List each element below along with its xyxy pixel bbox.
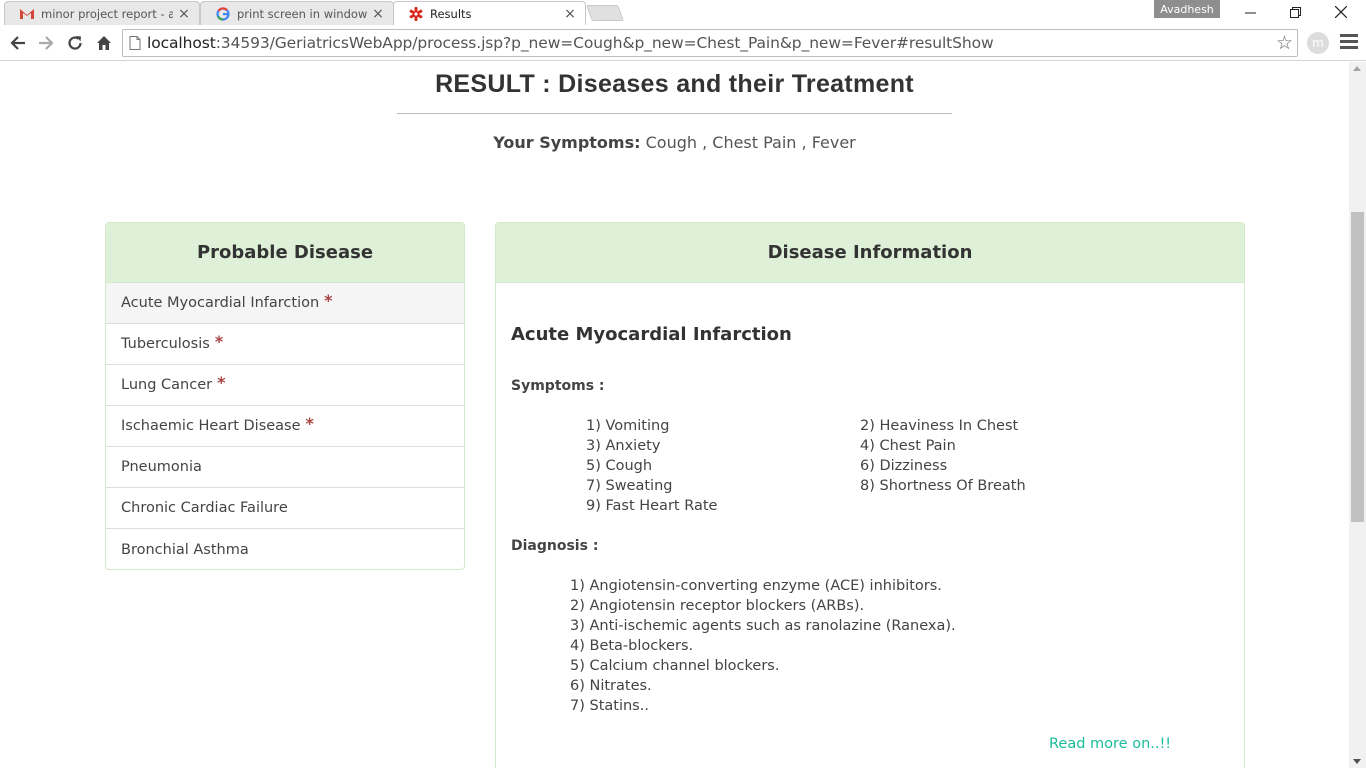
- symptom-item: 8) Shortness Of Breath: [860, 478, 1026, 494]
- disease-item-bronchial-asthma[interactable]: Bronchial Asthma: [106, 529, 464, 570]
- close-tab-icon[interactable]: ×: [371, 6, 385, 22]
- symptom-item: 2) Heaviness In Chest: [860, 418, 1019, 434]
- marked-star: *: [214, 331, 224, 351]
- forward-icon[interactable]: [34, 31, 58, 55]
- disease-name: Ischaemic Heart Disease: [121, 418, 301, 434]
- gmail-icon: [19, 6, 35, 22]
- tab-results[interactable]: Results ×: [393, 1, 586, 25]
- url-path: :34593/GeriatricsWebApp/process.jsp?p_ne…: [215, 34, 994, 52]
- symptom-item: 4) Chest Pain: [860, 438, 956, 454]
- marked-star: *: [324, 290, 333, 310]
- bookmark-star-icon[interactable]: ☆: [1276, 32, 1293, 54]
- disease-item-tuberculosis[interactable]: Tuberculosis *: [106, 324, 464, 365]
- disease-item-chronic-cardiac-failure[interactable]: Chronic Cardiac Failure: [106, 488, 464, 529]
- url-host: localhost: [147, 34, 216, 52]
- disease-information-panel: Disease Information Acute Myocardial Inf…: [495, 222, 1245, 768]
- browser-toolbar: localhost:34593/GeriatricsWebApp/process…: [0, 25, 1366, 61]
- diagnosis-item: 2) Angiotensin receptor blockers (ARBs).: [570, 598, 865, 614]
- disease-information-header: Disease Information: [496, 223, 1244, 283]
- close-tab-icon[interactable]: ×: [177, 6, 191, 22]
- extension-icon[interactable]: m: [1307, 32, 1329, 54]
- page-icon: [123, 36, 147, 50]
- minimize-icon[interactable]: [1227, 0, 1273, 24]
- google-icon: [215, 6, 231, 22]
- your-symptoms: Your Symptoms: Cough , Chest Pain , Feve…: [0, 133, 1349, 152]
- symptoms-label: Symptoms :: [511, 378, 605, 394]
- disease-item-pneumonia[interactable]: Pneumonia: [106, 447, 464, 488]
- symptom-item: 3) Anxiety: [586, 438, 661, 454]
- your-symptoms-value: Cough , Chest Pain , Fever: [645, 133, 856, 152]
- symptom-item: 7) Sweating: [586, 478, 673, 494]
- scrollbar-thumb[interactable]: [1351, 212, 1364, 522]
- your-symptoms-label: Your Symptoms:: [493, 133, 641, 152]
- symptom-item: 9) Fast Heart Rate: [586, 498, 718, 514]
- disease-title: Acute Myocardial Infarction: [511, 324, 792, 345]
- medical-icon: [408, 6, 424, 22]
- tab-google[interactable]: print screen in windows 1( ×: [200, 1, 394, 25]
- scroll-up-icon[interactable]: [1353, 66, 1361, 71]
- url-text: localhost:34593/GeriatricsWebApp/process…: [147, 34, 994, 52]
- back-icon[interactable]: [6, 31, 30, 55]
- reload-icon[interactable]: [63, 31, 87, 55]
- restore-icon[interactable]: [1272, 0, 1318, 24]
- diagnosis-item: 4) Beta-blockers.: [570, 638, 694, 654]
- vertical-scrollbar[interactable]: [1349, 62, 1366, 768]
- disease-name: Chronic Cardiac Failure: [121, 500, 288, 516]
- address-bar[interactable]: localhost:34593/GeriatricsWebApp/process…: [122, 29, 1298, 57]
- menu-icon[interactable]: [1340, 34, 1358, 52]
- diagnosis-item: 6) Nitrates.: [570, 678, 652, 694]
- probable-disease-panel: Probable Disease Acute Myocardial Infarc…: [105, 222, 465, 570]
- disease-item-ischaemic-heart-disease[interactable]: Ischaemic Heart Disease *: [106, 406, 464, 447]
- page-viewport: RESULT : Diseases and their Treatment Yo…: [0, 62, 1366, 768]
- new-tab-button[interactable]: [586, 5, 624, 21]
- profile-button[interactable]: Avadhesh: [1154, 0, 1220, 18]
- marked-star: *: [305, 413, 314, 433]
- symptom-item: 6) Dizziness: [860, 458, 948, 474]
- tab-title: Results: [430, 6, 472, 21]
- diagnosis-item: 1) Angiotensin-converting enzyme (ACE) i…: [570, 578, 942, 594]
- scroll-down-icon[interactable]: [1353, 759, 1361, 764]
- close-tab-icon[interactable]: ×: [563, 6, 577, 22]
- probable-disease-header: Probable Disease: [106, 223, 464, 283]
- disease-name: Lung Cancer: [121, 377, 213, 393]
- symptom-item: 5) Cough: [586, 458, 653, 474]
- close-window-icon[interactable]: [1318, 0, 1364, 24]
- tab-gmail[interactable]: minor project report - ava ×: [4, 1, 200, 25]
- disease-name: Tuberculosis: [121, 336, 210, 352]
- title-divider: [397, 113, 952, 114]
- home-icon[interactable]: [92, 31, 116, 55]
- page-title: RESULT : Diseases and their Treatment: [435, 70, 914, 98]
- marked-star: *: [217, 372, 226, 392]
- tab-title: minor project report - ava: [41, 6, 173, 21]
- disease-item-lung-cancer[interactable]: Lung Cancer *: [106, 365, 464, 406]
- diagnosis-item: 5) Calcium channel blockers.: [570, 658, 780, 674]
- disease-name: Bronchial Asthma: [121, 541, 249, 558]
- disease-item-acute-myocardial-infarction[interactable]: Acute Myocardial Infarction *: [106, 283, 464, 324]
- read-more-link[interactable]: Read more on..!!: [1049, 736, 1171, 752]
- disease-name: Pneumonia: [121, 459, 202, 475]
- diagnosis-item: 7) Statins..: [570, 698, 649, 714]
- tab-title: print screen in windows 1(: [237, 6, 367, 21]
- symptom-item: 1) Vomiting: [586, 418, 670, 434]
- disease-name: Acute Myocardial Infarction: [121, 295, 320, 311]
- tab-strip: minor project report - ava × print scree…: [0, 0, 1366, 25]
- diagnosis-item: 3) Anti-ischemic agents such as ranolazi…: [570, 618, 956, 634]
- diagnosis-label: Diagnosis :: [511, 538, 599, 554]
